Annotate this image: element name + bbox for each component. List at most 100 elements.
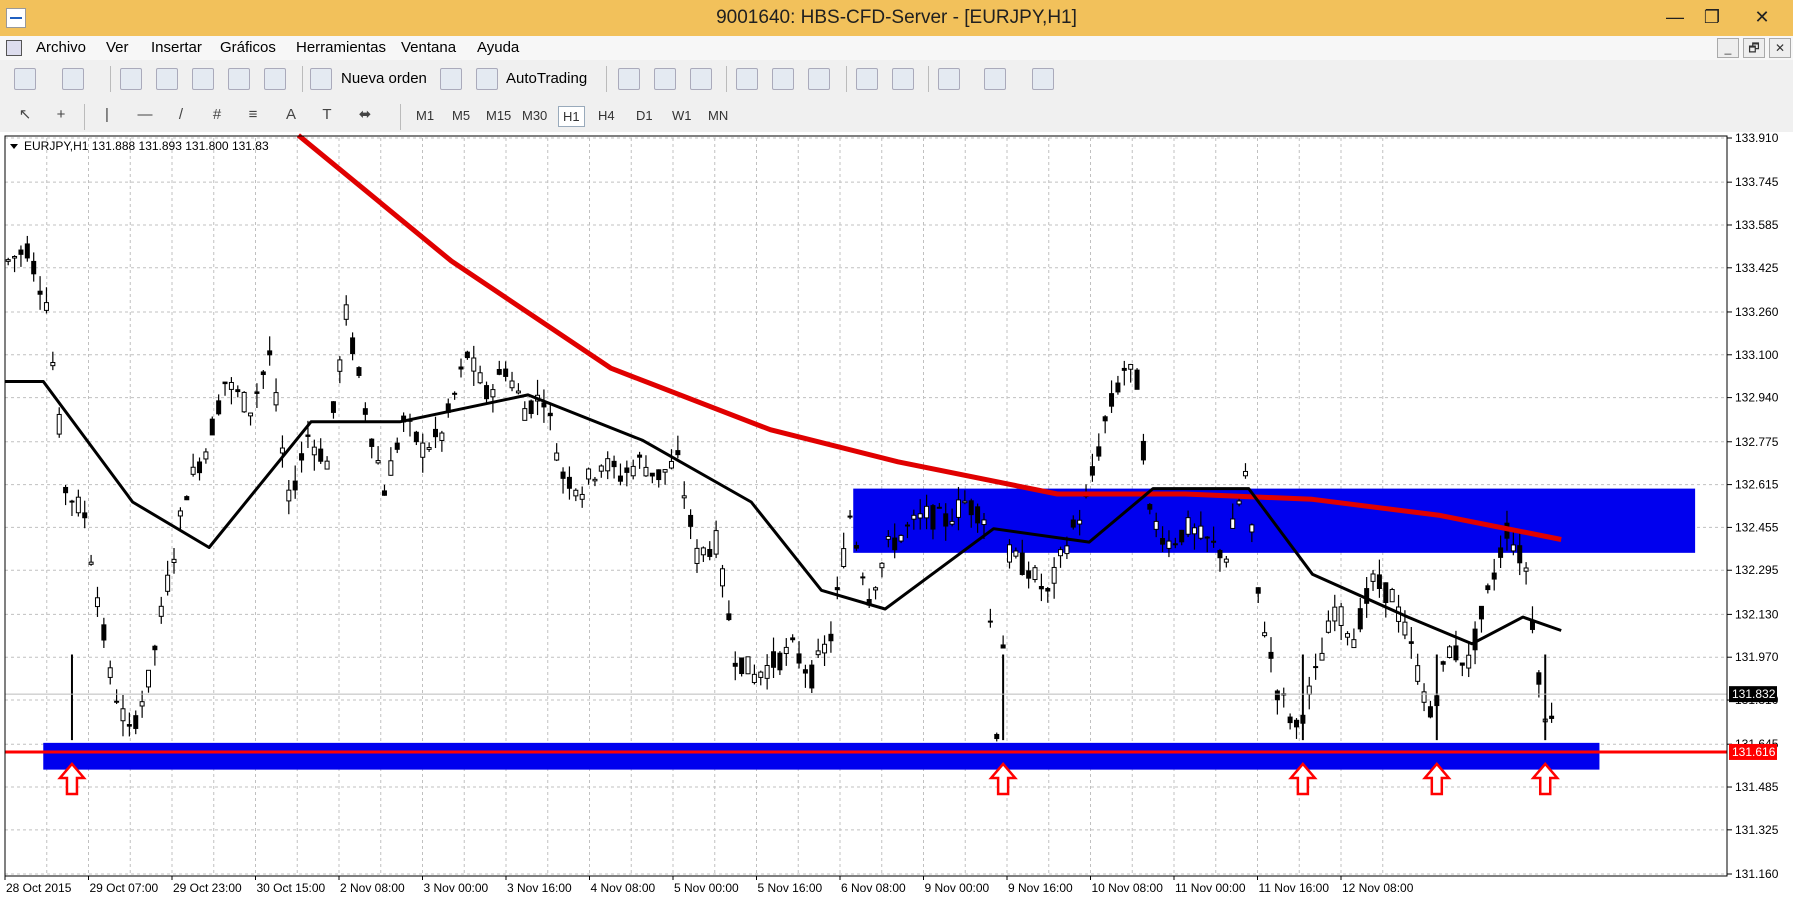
candle-body — [477, 372, 483, 384]
timeframe-mn[interactable]: MN — [704, 106, 732, 125]
candle-body — [1313, 666, 1319, 669]
mdi-minimize-button[interactable]: _ — [1717, 38, 1739, 58]
autotrading-icon[interactable] — [476, 68, 498, 90]
market-watch-icon[interactable] — [120, 68, 142, 90]
candle-body — [592, 478, 598, 482]
time-axis-label: 2 Nov 08:00 — [340, 881, 405, 895]
candle-body — [1153, 520, 1159, 530]
minimize-button[interactable]: — — [1655, 4, 1695, 30]
equidistant-channel-icon[interactable]: # — [206, 104, 228, 126]
candle-body — [885, 536, 891, 540]
periods-icon[interactable] — [984, 68, 1006, 90]
indicators-icon[interactable] — [938, 68, 960, 90]
candle-body — [311, 446, 317, 456]
time-axis-label: 5 Nov 16:00 — [758, 881, 823, 895]
new-order-icon[interactable] — [310, 68, 332, 90]
chart-window-icon[interactable] — [6, 40, 22, 56]
candle-body — [279, 447, 285, 454]
terminal-icon[interactable] — [228, 68, 250, 90]
candle-body — [458, 366, 464, 370]
candle-body — [943, 513, 949, 527]
arrows-icon[interactable]: ⬌ — [354, 104, 376, 126]
zoom-out-icon[interactable] — [772, 68, 794, 90]
vertical-line-icon[interactable]: | — [96, 104, 118, 126]
timeframe-h4[interactable]: H4 — [594, 106, 619, 125]
candle-body — [790, 637, 796, 641]
navigator-icon[interactable] — [192, 68, 214, 90]
timeframe-d1[interactable]: D1 — [632, 106, 657, 125]
timeframe-h1[interactable]: H1 — [558, 106, 585, 127]
chart-shift-icon[interactable] — [892, 68, 914, 90]
candle-body — [203, 451, 209, 460]
candle-body — [1402, 621, 1408, 636]
mdi-restore-button[interactable]: 🗗 — [1743, 38, 1765, 58]
metaeditor-icon[interactable] — [440, 68, 462, 90]
candle-body — [949, 520, 955, 525]
candle-body — [547, 412, 553, 417]
candlestick-icon[interactable] — [654, 68, 676, 90]
candle-body — [566, 476, 572, 489]
candle-body — [490, 389, 496, 398]
candle-body — [758, 671, 764, 678]
maximize-button[interactable]: ❐ — [1692, 4, 1732, 30]
cursor-icon[interactable]: ↖ — [14, 104, 36, 126]
trendline-icon[interactable]: / — [170, 104, 192, 126]
candle-body — [962, 500, 968, 504]
menu-ver[interactable]: Ver — [106, 39, 129, 56]
collapse-arrow-icon[interactable] — [10, 144, 18, 149]
menu-archivo[interactable]: Archivo — [36, 39, 86, 56]
timeframe-m5[interactable]: M5 — [448, 106, 474, 125]
candle-body — [739, 657, 745, 675]
auto-scroll-icon[interactable] — [856, 68, 878, 90]
crosshair-icon[interactable]: + — [50, 104, 72, 126]
candle-body — [484, 385, 490, 400]
new-order-button[interactable]: Nueva orden — [341, 70, 427, 87]
price-axis-label: 132.455 — [1735, 520, 1779, 534]
candle-body — [1536, 672, 1542, 685]
text-label-icon[interactable]: T — [316, 104, 338, 126]
menu-herramientas[interactable]: Herramientas — [296, 39, 386, 56]
candle-body — [1115, 382, 1121, 393]
text-icon[interactable]: A — [280, 104, 302, 126]
candle-body — [1510, 544, 1516, 552]
horizontal-line-icon[interactable]: — — [134, 104, 156, 126]
fibonacci-icon[interactable]: ≡ — [242, 104, 264, 126]
candle-body — [668, 460, 674, 469]
autotrading-button[interactable]: AutoTrading — [506, 70, 587, 87]
candle-body — [1549, 715, 1555, 719]
bar-chart-icon[interactable] — [618, 68, 640, 90]
mdi-close-button[interactable]: ✕ — [1769, 38, 1791, 58]
line-chart-icon[interactable] — [690, 68, 712, 90]
candle-body — [522, 408, 528, 421]
chart-window[interactable]: 133.910 133.745 133.585 133.425 133.260 133.1… — [0, 132, 1793, 900]
candle-body — [764, 664, 770, 679]
menu-ayuda[interactable]: Ayuda — [477, 39, 519, 56]
candle-body — [975, 506, 981, 524]
candle-body — [726, 613, 732, 621]
new-chart-icon[interactable] — [14, 68, 36, 90]
timeframe-m15[interactable]: M15 — [482, 106, 515, 125]
candle-body — [1128, 363, 1134, 370]
zoom-in-icon[interactable] — [736, 68, 758, 90]
candle-body — [426, 447, 432, 450]
candle-body — [1147, 504, 1153, 510]
profiles-icon[interactable] — [62, 68, 84, 90]
menu-ventana[interactable]: Ventana — [401, 39, 456, 56]
candle-body — [388, 460, 394, 476]
timeframe-m30[interactable]: M30 — [518, 106, 551, 125]
templates-icon[interactable] — [1032, 68, 1054, 90]
menu-graficos[interactable]: Gráficos — [220, 39, 276, 56]
strategy-tester-icon[interactable] — [264, 68, 286, 90]
candle-body — [31, 260, 37, 275]
timeframe-w1[interactable]: W1 — [668, 106, 696, 125]
timeframe-m1[interactable]: M1 — [412, 106, 438, 125]
menu-insertar[interactable]: Insertar — [151, 39, 202, 56]
data-window-icon[interactable] — [156, 68, 178, 90]
time-axis-label: 9 Nov 00:00 — [925, 881, 990, 895]
tile-windows-icon[interactable] — [808, 68, 830, 90]
candle-body — [1038, 585, 1044, 590]
price-chart[interactable]: 133.910 133.745 133.585 133.425 133.260 133.1… — [0, 132, 1793, 900]
candle-body — [330, 401, 336, 413]
candle-body — [1345, 633, 1351, 638]
close-button[interactable]: ✕ — [1742, 4, 1782, 30]
